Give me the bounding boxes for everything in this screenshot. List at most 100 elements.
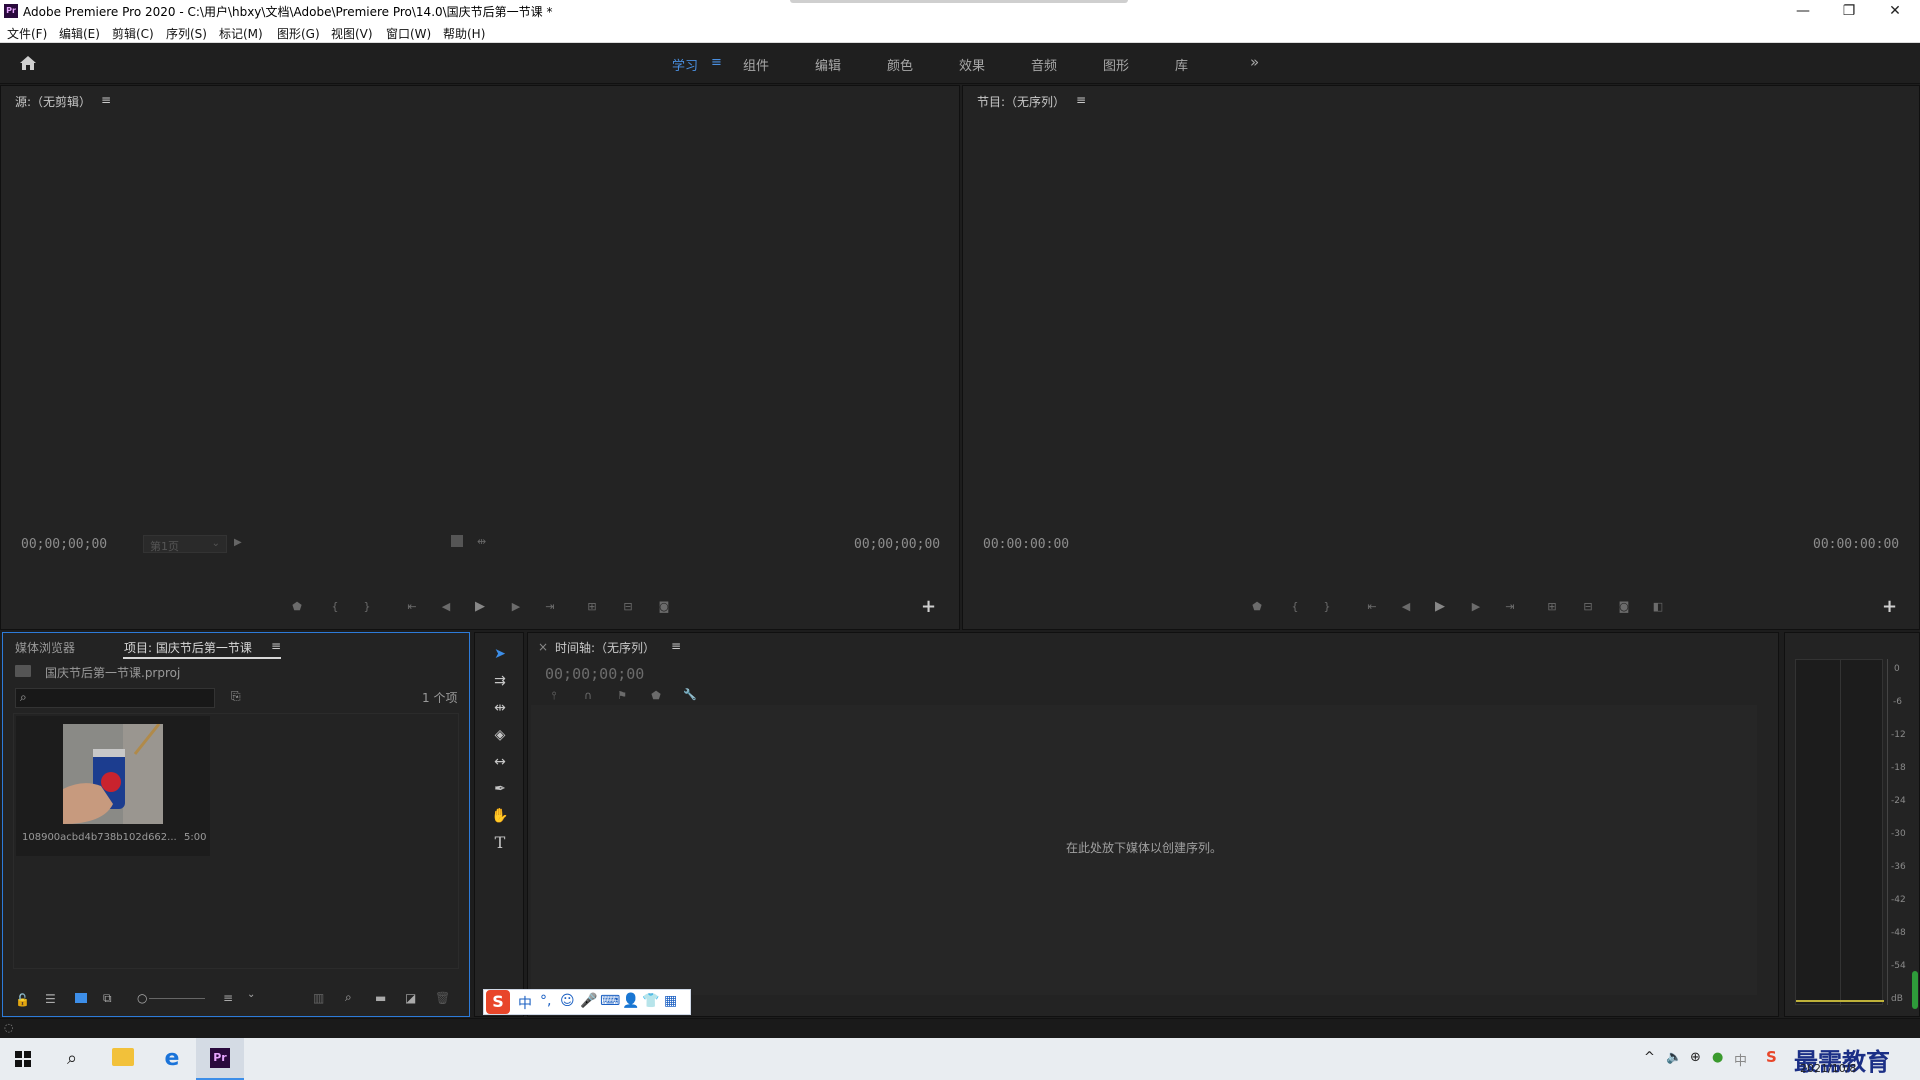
sogou-tray-icon[interactable]: S bbox=[1766, 1048, 1777, 1066]
sogou-logo[interactable]: S bbox=[486, 990, 510, 1014]
type-tool-icon[interactable]: T bbox=[489, 832, 511, 854]
comparison-view-icon[interactable]: ◧ bbox=[1649, 600, 1667, 613]
workspace-tab-audio[interactable]: 音频 bbox=[1031, 55, 1057, 74]
file-explorer-icon[interactable] bbox=[112, 1048, 134, 1066]
project-search-input[interactable]: ⌕ bbox=[15, 688, 215, 708]
add-marker-icon[interactable]: ⬟ bbox=[288, 600, 306, 613]
insert-sequence-icon[interactable]: ⫯ bbox=[545, 689, 563, 703]
play-icon[interactable]: ▶ bbox=[1431, 599, 1449, 614]
new-bin-from-search-icon[interactable]: ⎘ bbox=[231, 689, 241, 704]
close-button[interactable]: ✕ bbox=[1872, 0, 1918, 22]
mark-in-icon[interactable]: { bbox=[326, 600, 344, 613]
list-view-icon[interactable]: ☰ bbox=[45, 992, 56, 1006]
meter-scrollbar[interactable] bbox=[1912, 971, 1918, 1009]
program-panel-menu-icon[interactable]: ≡ bbox=[1076, 93, 1086, 107]
workspace-tab-effects[interactable]: 效果 bbox=[959, 55, 985, 74]
workspace-tab-learn[interactable]: 学习 bbox=[672, 55, 698, 74]
go-to-in-icon[interactable]: ⇤ bbox=[1363, 600, 1381, 613]
timeline-drop-area[interactable]: 在此处放下媒体以创建序列。 bbox=[531, 705, 1757, 995]
workspace-tab-editing[interactable]: 编辑 bbox=[815, 55, 841, 74]
new-bin-icon[interactable]: ▬ bbox=[375, 991, 386, 1005]
mark-in-icon[interactable]: { bbox=[1286, 600, 1304, 613]
zoom-slider[interactable] bbox=[149, 998, 205, 999]
automate-to-sequence-icon[interactable]: ▥ bbox=[313, 991, 324, 1005]
export-frame-icon[interactable]: ◙ bbox=[655, 600, 673, 613]
zoom-slider-icon[interactable]: ○ bbox=[137, 991, 147, 1005]
find-icon[interactable]: ⌕ bbox=[345, 990, 352, 1005]
restore-button[interactable]: ❐ bbox=[1826, 0, 1872, 22]
icon-view-icon[interactable] bbox=[75, 993, 87, 1003]
step-back-icon[interactable]: ◀ bbox=[437, 600, 455, 613]
menu-edit[interactable]: 编辑(E) bbox=[59, 25, 100, 42]
ime-tray-icon[interactable]: 中 bbox=[1734, 1050, 1747, 1069]
play-icon[interactable]: ▶ bbox=[471, 599, 489, 614]
clip-thumbnail-card[interactable]: 108900acbd4b738b102d662... 5:00 bbox=[16, 716, 210, 856]
ripple-edit-tool-icon[interactable]: ⇹ bbox=[489, 697, 511, 719]
menu-help[interactable]: 帮助(H) bbox=[443, 25, 485, 42]
workspace-tab-libraries[interactable]: 库 bbox=[1175, 55, 1188, 74]
source-button-editor-icon[interactable]: + bbox=[921, 596, 936, 617]
lock-icon[interactable]: 🔓 bbox=[15, 993, 30, 1007]
page-select[interactable]: 第1页 ⌄ bbox=[143, 535, 227, 553]
add-marker-icon[interactable]: ⬟ bbox=[1248, 600, 1266, 613]
workspace-tab-color[interactable]: 颜色 bbox=[887, 55, 913, 74]
workspace-overflow-button[interactable]: » bbox=[1250, 53, 1259, 71]
overwrite-icon[interactable]: ⊟ bbox=[619, 600, 637, 613]
sort-icon[interactable]: ≡ bbox=[223, 991, 233, 1005]
freeform-view-icon[interactable]: ⧉ bbox=[103, 991, 112, 1006]
slip-tool-icon[interactable]: ↔ bbox=[489, 751, 511, 773]
menu-clip[interactable]: 剪辑(C) bbox=[112, 25, 154, 42]
workspace-menu-icon[interactable]: ≡ bbox=[711, 55, 722, 70]
go-to-out-icon[interactable]: ⇥ bbox=[1501, 600, 1519, 613]
play-small-icon[interactable]: ▶ bbox=[234, 537, 242, 548]
wrench-icon[interactable]: 🔧 bbox=[681, 688, 699, 701]
program-button-editor-icon[interactable]: + bbox=[1882, 596, 1897, 617]
menu-sequence[interactable]: 序列(S) bbox=[166, 25, 207, 42]
menu-marker[interactable]: 标记(M) bbox=[219, 25, 263, 42]
insert-icon[interactable]: ⊞ bbox=[583, 600, 601, 613]
drag-video-icon[interactable]: ⇹ bbox=[477, 535, 486, 548]
pen-tool-icon[interactable]: ✒ bbox=[489, 778, 511, 800]
tab-project[interactable]: 项目: 国庆节后第一节课 bbox=[124, 639, 252, 656]
trash-icon[interactable]: 🗑 bbox=[435, 991, 450, 1005]
home-icon[interactable] bbox=[19, 55, 37, 71]
track-select-tool-icon[interactable]: ⇉ bbox=[489, 670, 511, 692]
razor-tool-icon[interactable]: ◈ bbox=[489, 724, 511, 746]
go-to-out-icon[interactable]: ⇥ bbox=[541, 600, 559, 613]
premiere-taskbar-button[interactable]: Pr bbox=[196, 1038, 244, 1080]
timeline-panel-menu-icon[interactable]: ≡ bbox=[671, 639, 681, 653]
workspace-tab-graphics[interactable]: 图形 bbox=[1103, 55, 1129, 74]
menu-file[interactable]: 文件(F) bbox=[7, 25, 47, 42]
mark-out-icon[interactable]: } bbox=[1318, 600, 1336, 613]
project-panel-menu-icon[interactable]: ≡ bbox=[271, 639, 281, 653]
tray-expand-icon[interactable]: ^ bbox=[1644, 1050, 1655, 1065]
taskbar-date[interactable]: 2021/10/8 bbox=[1800, 1062, 1856, 1075]
volume-icon[interactable]: 🔈 bbox=[1666, 1050, 1682, 1065]
ime-user-icon[interactable]: 👤 bbox=[622, 993, 639, 1009]
add-marker-icon[interactable]: ⬟ bbox=[647, 689, 665, 702]
fit-icon[interactable] bbox=[451, 535, 463, 547]
ime-toolbox-icon[interactable]: ▦ bbox=[664, 993, 677, 1009]
network-icon[interactable]: ⊕ bbox=[1690, 1050, 1701, 1065]
tray-app-icon[interactable]: ● bbox=[1712, 1050, 1723, 1065]
export-frame-icon[interactable]: ◙ bbox=[1615, 600, 1633, 613]
lift-icon[interactable]: ⊞ bbox=[1543, 600, 1561, 613]
program-timecode-playhead[interactable]: 00:00:00:00 bbox=[983, 537, 1069, 552]
chevron-down-icon[interactable]: ⌄ bbox=[247, 989, 255, 1000]
mark-out-icon[interactable]: } bbox=[358, 600, 376, 613]
timeline-timecode[interactable]: 00;00;00;00 bbox=[545, 665, 644, 683]
ime-voice-icon[interactable]: 🎤 bbox=[580, 993, 597, 1009]
snap-icon[interactable]: ∩ bbox=[579, 689, 597, 702]
ime-chinese-mode[interactable]: 中 bbox=[518, 993, 532, 1013]
step-back-icon[interactable]: ◀ bbox=[1397, 600, 1415, 613]
go-to-in-icon[interactable]: ⇤ bbox=[403, 600, 421, 613]
windows-start-icon[interactable] bbox=[15, 1051, 31, 1067]
menu-view[interactable]: 视图(V) bbox=[331, 25, 373, 42]
ime-punctuation[interactable]: °, bbox=[540, 993, 551, 1009]
step-forward-icon[interactable]: ▶ bbox=[507, 600, 525, 613]
ime-keyboard-icon[interactable]: ⌨ bbox=[600, 993, 620, 1009]
program-monitor-title[interactable]: 节目:（无序列） bbox=[977, 93, 1065, 110]
extract-icon[interactable]: ⊟ bbox=[1579, 600, 1597, 613]
step-forward-icon[interactable]: ▶ bbox=[1467, 600, 1485, 613]
ime-emoji-icon[interactable]: ☺ bbox=[560, 993, 575, 1009]
